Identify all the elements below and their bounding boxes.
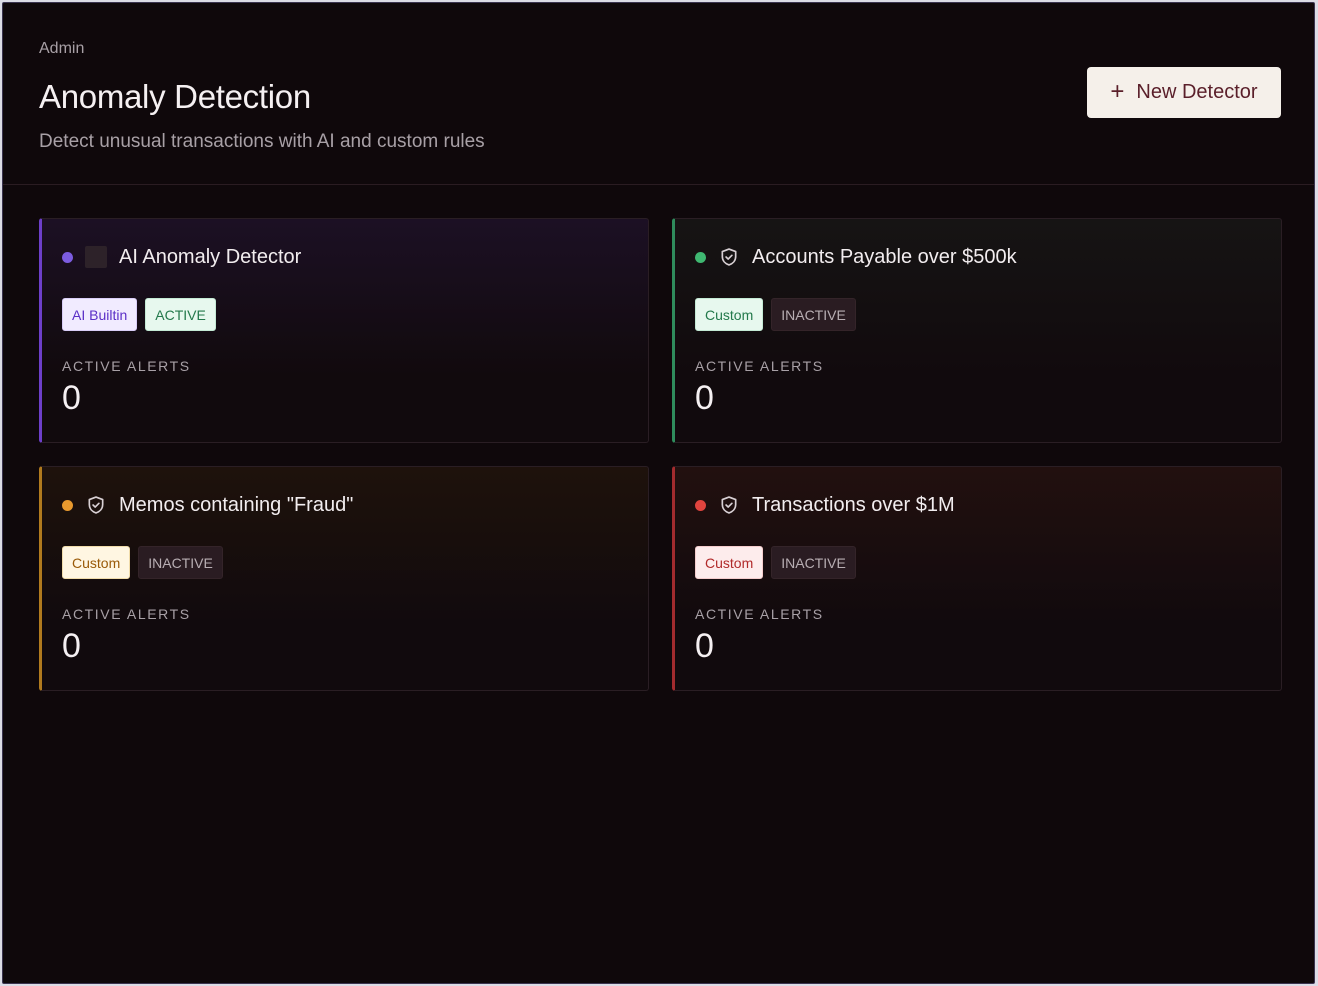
type-badge: Custom	[695, 546, 764, 579]
breadcrumb[interactable]: Admin	[39, 40, 84, 58]
active-alerts-count: 0	[695, 379, 714, 417]
page-title: Anomaly Detection	[39, 78, 311, 115]
type-badge: AI Builtin	[62, 298, 138, 331]
status-dot	[695, 499, 706, 511]
status-badge: INACTIVE	[138, 546, 223, 579]
active-alerts-count: 0	[62, 627, 81, 665]
status-dot	[62, 499, 73, 511]
new-detector-button[interactable]: + New Detector	[1087, 67, 1281, 118]
status-badge: INACTIVE	[771, 546, 856, 579]
active-alerts-label: ACTIVE ALERTS	[695, 606, 824, 622]
detector-card-header: Transactions over $1M	[695, 492, 955, 518]
active-alerts-count: 0	[62, 379, 81, 417]
detector-card[interactable]: Memos containing "Fraud" Custom INACTIVE…	[39, 466, 649, 691]
active-alerts-label: ACTIVE ALERTS	[62, 358, 191, 374]
type-badge: Custom	[695, 298, 764, 331]
active-alerts-label: ACTIVE ALERTS	[695, 358, 824, 374]
square-icon	[85, 246, 107, 268]
detector-card[interactable]: Transactions over $1M Custom INACTIVE AC…	[672, 466, 1282, 691]
status-dot	[695, 251, 706, 263]
shield-icon	[85, 494, 107, 516]
detector-title: AI Anomaly Detector	[119, 245, 302, 268]
detector-card[interactable]: Accounts Payable over $500k Custom INACT…	[672, 218, 1282, 443]
page-header: Admin Anomaly Detection Detect unusual t…	[3, 3, 1314, 185]
detector-title: Memos containing "Fraud"	[119, 493, 354, 516]
detector-card-header: Accounts Payable over $500k	[695, 244, 1017, 270]
detector-badges: AI Builtin ACTIVE	[62, 298, 216, 331]
active-alerts-count: 0	[695, 627, 714, 665]
app-frame: Admin Anomaly Detection Detect unusual t…	[2, 2, 1315, 984]
detector-card-header: Memos containing "Fraud"	[62, 492, 353, 518]
detector-card-header: AI Anomaly Detector	[62, 244, 301, 270]
status-badge: ACTIVE	[145, 298, 216, 331]
detector-badges: Custom INACTIVE	[695, 298, 856, 331]
status-dot	[62, 251, 73, 263]
page-subtitle: Detect unusual transactions with AI and …	[39, 131, 485, 152]
new-detector-label: New Detector	[1136, 81, 1258, 103]
detector-badges: Custom INACTIVE	[62, 546, 223, 579]
shield-icon	[718, 494, 740, 516]
shield-icon	[718, 246, 740, 268]
type-badge: Custom	[62, 546, 131, 579]
status-badge: INACTIVE	[771, 298, 856, 331]
plus-icon: +	[1110, 77, 1125, 105]
detector-title: Accounts Payable over $500k	[752, 245, 1017, 268]
detector-card[interactable]: AI Anomaly Detector AI Builtin ACTIVE AC…	[39, 218, 649, 443]
detector-title: Transactions over $1M	[752, 493, 955, 516]
active-alerts-label: ACTIVE ALERTS	[62, 606, 191, 622]
detector-badges: Custom INACTIVE	[695, 546, 856, 579]
